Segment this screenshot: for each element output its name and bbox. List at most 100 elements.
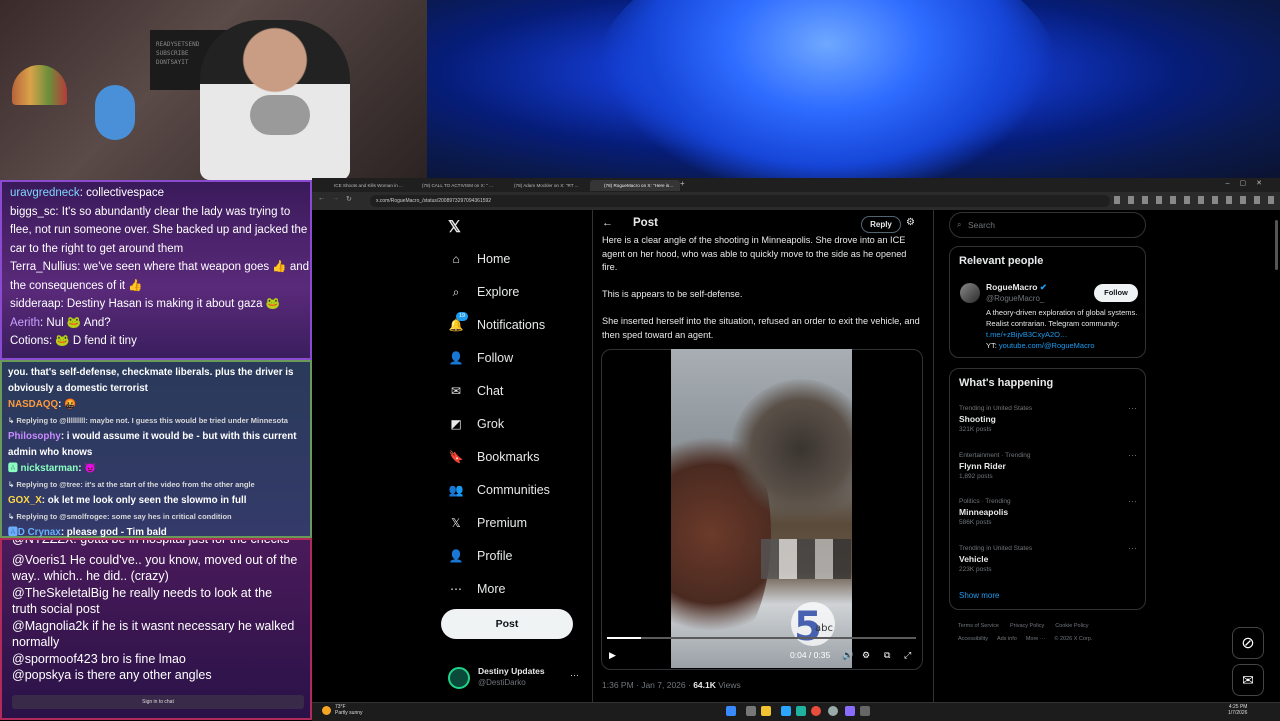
app-icon[interactable] [860, 706, 870, 716]
more-dots-icon[interactable]: ··· [1128, 403, 1137, 413]
start-icon[interactable] [726, 706, 736, 716]
reply-button[interactable]: Reply [861, 216, 901, 233]
scrollbar[interactable] [1275, 220, 1278, 270]
app-icon[interactable] [828, 706, 838, 716]
relevant-people-title: Relevant people [959, 255, 1044, 267]
nav-item-more[interactable]: ⋯ More [448, 577, 505, 601]
x-logo-icon[interactable]: 𝕏 [448, 217, 461, 237]
chat-username[interactable]: Philosophy [8, 431, 61, 442]
picture-in-picture-icon[interactable]: ⧉ [884, 650, 890, 661]
chat-username[interactable]: 🅰 nickstarman [8, 463, 78, 474]
figurine-decor [95, 85, 135, 140]
desktop-wallpaper [427, 0, 1280, 180]
search-icon: ⌕ [957, 220, 962, 229]
chat-message: car to the right to get around them [2, 240, 310, 259]
nav-item-communities[interactable]: 👥 Communities [448, 478, 550, 502]
search-input[interactable]: ⌕ Search [949, 212, 1146, 238]
more-link[interactable]: More ··· [1026, 636, 1046, 642]
post-button[interactable]: Post [441, 609, 573, 639]
bio-link[interactable]: t.me/+zBijvB3CxyA2O… [986, 330, 1067, 339]
chat-username[interactable]: uravgredneck [10, 187, 80, 199]
video-settings-icon[interactable]: ⚙ [862, 650, 870, 661]
more-dots-icon[interactable]: ··· [1128, 450, 1137, 460]
store-icon[interactable] [781, 706, 791, 716]
nav-item-notifications[interactable]: 🔔 19 Notifications [448, 312, 545, 337]
tab-1[interactable]: ICE Shoots and Kills Woman in ... [320, 180, 408, 191]
messages-fab-icon[interactable]: ✉ [1232, 664, 1264, 696]
chrome-icon[interactable] [811, 706, 821, 716]
chat-username[interactable]: Terra_Nullius [10, 261, 77, 273]
chat-panel-middle: you. that's self-defense, checkmate libe… [0, 360, 312, 538]
person-name[interactable]: RogueMacro ✔ [986, 282, 1047, 293]
edge-icon[interactable] [796, 706, 806, 716]
avatar[interactable] [960, 283, 980, 303]
nav-forward-icon[interactable]: → [332, 195, 339, 202]
chat-message: you. that's self-defense, checkmate libe… [2, 365, 310, 381]
window-controls[interactable]: –▢✕ [1226, 179, 1272, 187]
footer-links: Terms of Service Privacy Policy Cookie P… [958, 623, 1148, 642]
file-explorer-icon[interactable] [761, 706, 771, 716]
more-dots-icon[interactable]: ··· [1128, 543, 1137, 553]
grok-fab-icon[interactable]: ⊘ [1232, 627, 1264, 659]
chat-username[interactable]: biggs_sc [10, 206, 55, 218]
chat-username[interactable]: 🅰D Crynax [8, 527, 61, 538]
tab-2[interactable]: (78) CALL TO ACTIVISM on X: " ... [408, 180, 500, 191]
back-arrow-icon[interactable]: ← [602, 217, 613, 229]
app-icon[interactable] [845, 706, 855, 716]
trend-item[interactable]: Trending in United States Vehicle 223K pos… [959, 543, 1139, 585]
trend-meta: Trending in United States [959, 405, 1033, 412]
tab-3[interactable]: (78) Adam Mockler on X: "RT ... [500, 180, 590, 191]
ads-info-link[interactable]: Ads info [997, 636, 1017, 642]
bio-yt-link[interactable]: youtube.com/@RogueMacro [999, 341, 1095, 350]
bell-icon: 🔔 19 [448, 312, 469, 333]
weather-widget[interactable]: 73°F Partly sunny [322, 704, 363, 716]
show-more-link[interactable]: Show more [959, 591, 999, 600]
chat-username[interactable]: Aerith [10, 317, 40, 329]
terms-link[interactable]: Terms of Service [958, 623, 999, 629]
reload-icon[interactable]: ↻ [346, 195, 352, 203]
post-meta: 1:36 PM · Jan 7, 2026 · 64.1K Views [602, 680, 741, 690]
accessibility-link[interactable]: Accessibility [958, 636, 988, 642]
chat-username[interactable]: NASDAQQ [8, 399, 58, 410]
tab-4[interactable]: (78) RogueMacro on X: "Here is... [590, 180, 680, 191]
new-tab-icon[interactable]: + [680, 179, 685, 188]
post-header-title: Post [633, 217, 658, 229]
settings-sliders-icon[interactable]: ⚙ [906, 217, 915, 228]
tab-label: (78) RogueMacro on X: "Here is... [604, 183, 674, 188]
account-switcher[interactable]: Destiny Updates @DestiDarko ··· [448, 664, 588, 692]
nav-item-home[interactable]: ⌂ Home [448, 247, 510, 271]
chat-username[interactable]: GOX_X [8, 495, 42, 506]
video-scrubber[interactable] [607, 637, 916, 639]
trend-meta: Trending in United States [959, 544, 1033, 552]
clock[interactable]: 4:25 PM 1/7/2026 [1228, 704, 1247, 716]
trend-item[interactable]: Entertainment · Trending Flynn Rider 1,892… [959, 450, 1139, 492]
extension-icons[interactable] [1114, 196, 1274, 204]
nav-item-bookmarks[interactable]: 🔖 Bookmarks [448, 445, 540, 469]
fullscreen-icon[interactable]: ⤢ [904, 650, 911, 661]
search-icon[interactable] [746, 706, 756, 716]
more-dots-icon[interactable]: ··· [1128, 496, 1137, 506]
chat-username[interactable]: Cotions [10, 335, 49, 347]
trend-item[interactable]: Politics · Trending Minneapolis 586K posts… [959, 496, 1139, 538]
volume-icon[interactable]: 🔊 [842, 650, 853, 661]
nav-item-follow[interactable]: 👤 Follow [448, 346, 514, 370]
trend-title: Vehicle [959, 553, 989, 564]
privacy-link[interactable]: Privacy Policy [1010, 623, 1044, 629]
nav-item-grok[interactable]: ◩ Grok [448, 412, 504, 436]
chat-panel-bottom: @NYZZZX: gotta be in hospital just for t… [0, 538, 312, 720]
chat-username[interactable]: sidderaap [10, 298, 61, 310]
sign-in-chat-button[interactable]: Sign in to chat [12, 695, 304, 709]
play-icon[interactable]: ▶ [609, 650, 616, 661]
follow-button[interactable]: Follow [1094, 284, 1138, 302]
url-field[interactable]: x.com/RogueMacro_/status/200897329709436… [370, 195, 1110, 207]
nav-item-label: Home [477, 252, 511, 266]
chat-text: : 🤬 [58, 399, 77, 410]
nav-back-icon[interactable]: ← [318, 195, 325, 202]
more-dots-icon[interactable]: ··· [570, 670, 579, 680]
nav-item-profile[interactable]: 👤 Profile [448, 544, 513, 568]
trend-item[interactable]: Trending in United States Shooting 321K po… [959, 403, 1139, 445]
nav-item-premium[interactable]: 𝕏 Premium [448, 511, 527, 535]
cookie-link[interactable]: Cookie Policy [1055, 623, 1088, 629]
nav-item-explore[interactable]: ⌕ Explore [448, 280, 520, 304]
nav-item-chat[interactable]: ✉ Chat [448, 379, 503, 403]
